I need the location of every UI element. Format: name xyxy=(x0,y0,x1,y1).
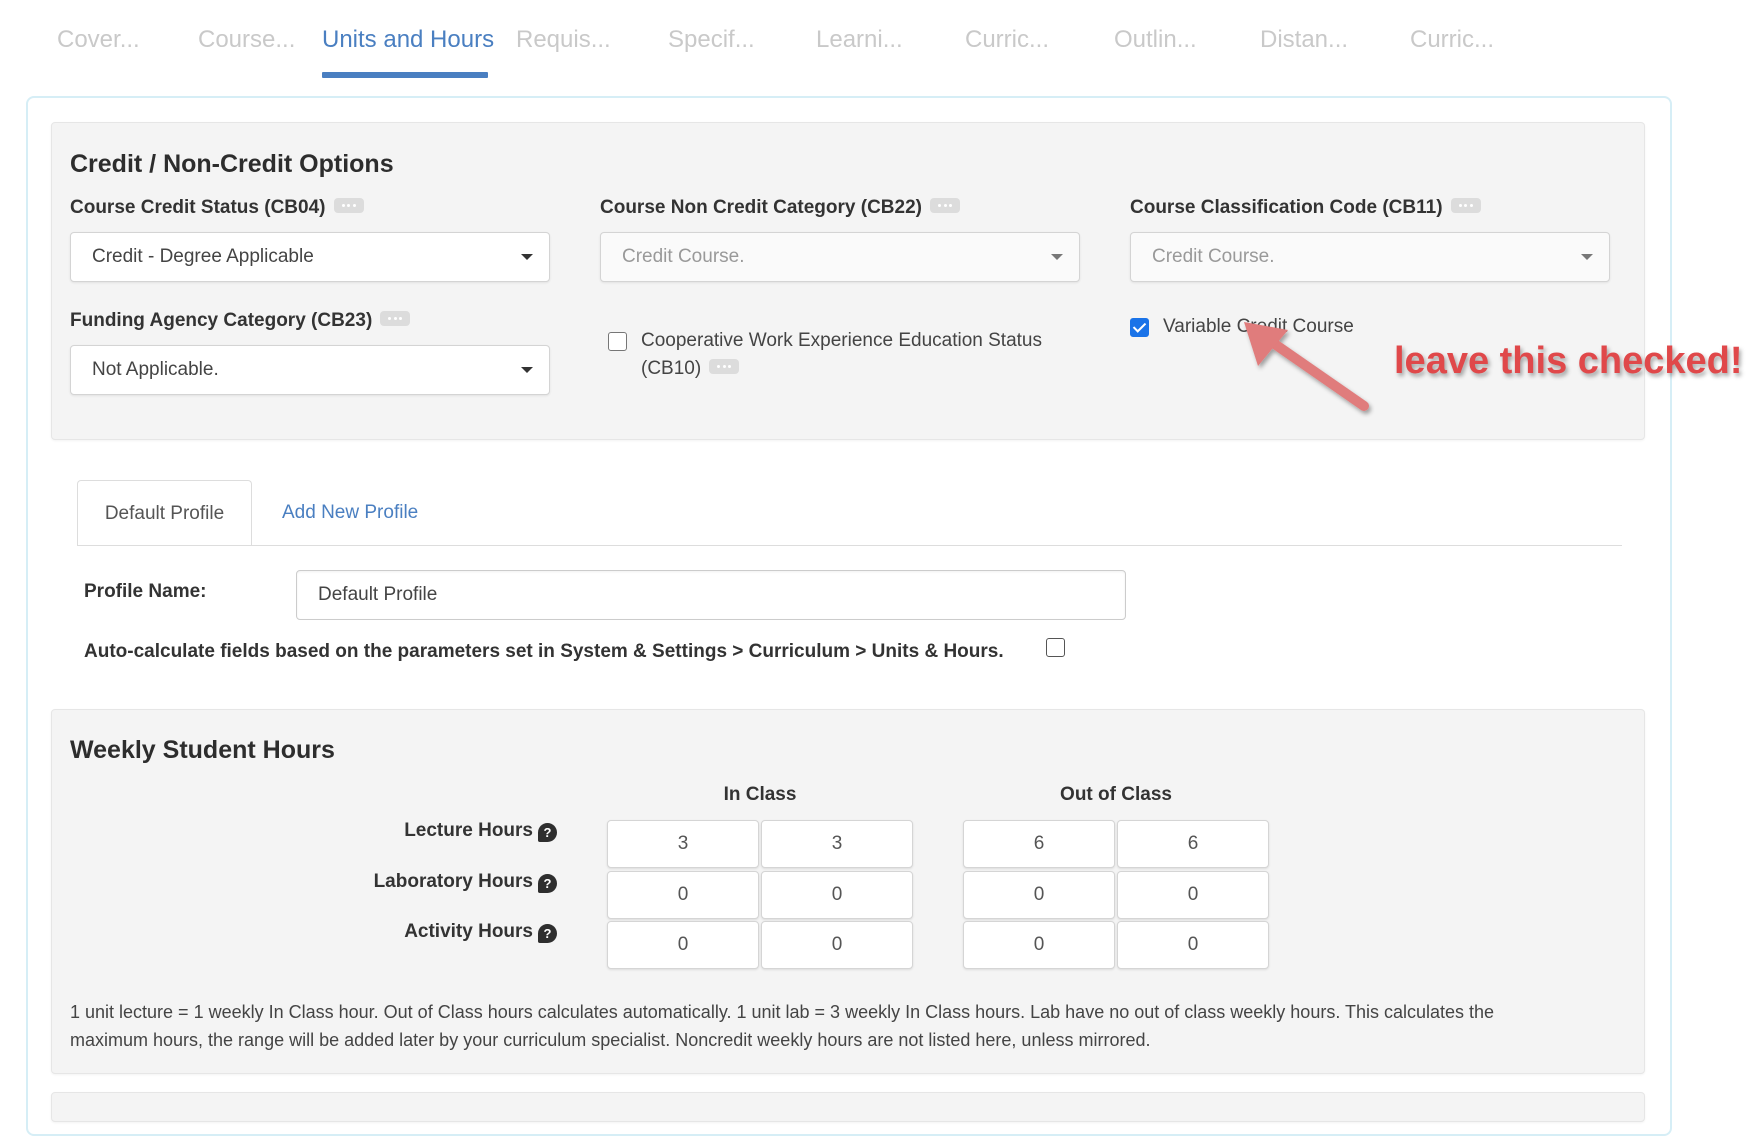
tab-curriculum-1[interactable]: Curric... xyxy=(965,26,1049,54)
coop-work-label-line1: Cooperative Work Experience Education St… xyxy=(641,330,1042,351)
credit-status-label: Course Credit Status (CB04) xyxy=(70,197,364,219)
non-credit-category-label: Course Non Credit Category (CB22) xyxy=(600,197,960,219)
profile-tab-default[interactable]: Default Profile xyxy=(77,480,252,546)
tab-course[interactable]: Course... xyxy=(198,26,295,54)
funding-agency-select[interactable]: Not Applicable. xyxy=(70,345,550,395)
weekly-hours-note: 1 unit lecture = 1 weekly In Class hour.… xyxy=(70,1002,1495,1050)
funding-agency-label: Funding Agency Category (CB23) xyxy=(70,310,411,332)
next-section xyxy=(51,1092,1645,1122)
add-new-profile-link[interactable]: Add New Profile xyxy=(282,480,418,546)
row-label-activity-text: Activity Hours xyxy=(404,921,533,942)
lecture-out-of-class-min[interactable]: 6 xyxy=(963,820,1115,868)
column-header-in-class: In Class xyxy=(723,784,797,805)
lab-out-of-class-min[interactable]: 0 xyxy=(963,871,1115,919)
profile-name-label: Profile Name: xyxy=(84,581,207,602)
classification-code-label: Course Classification Code (CB11) xyxy=(1130,197,1481,219)
row-label-laboratory-text: Laboratory Hours xyxy=(373,871,533,892)
section-tabs: Cover... Course... Units and Hours Requi… xyxy=(0,0,1752,82)
tab-cover[interactable]: Cover... xyxy=(57,26,140,54)
annotation-text: leave this checked! xyxy=(1394,340,1743,382)
auto-calc-label: Auto-calculate fields based on the param… xyxy=(84,641,1004,662)
lab-in-class-max[interactable]: 0 xyxy=(761,871,913,919)
lecture-in-class-min[interactable]: 3 xyxy=(607,820,759,868)
chevron-down-icon xyxy=(1051,254,1063,260)
classification-code-select[interactable]: Credit Course. xyxy=(1130,232,1610,282)
tab-outline[interactable]: Outlin... xyxy=(1114,26,1197,54)
non-credit-category-select[interactable]: Credit Course. xyxy=(600,232,1080,282)
auto-calc-checkbox[interactable] xyxy=(1046,638,1065,657)
row-label-lecture-text: Lecture Hours xyxy=(404,820,533,841)
lecture-out-of-class-max[interactable]: 6 xyxy=(1117,820,1269,868)
row-label-laboratory: Laboratory Hours? xyxy=(337,871,557,893)
tab-curriculum-2[interactable]: Curric... xyxy=(1410,26,1494,54)
tab-distance[interactable]: Distan... xyxy=(1260,26,1348,54)
credit-status-select[interactable]: Credit - Degree Applicable xyxy=(70,232,550,282)
help-icon[interactable]: ? xyxy=(538,823,557,842)
tab-learning[interactable]: Learni... xyxy=(816,26,903,54)
chevron-down-icon xyxy=(1581,254,1593,260)
profile-name-input[interactable]: Default Profile xyxy=(296,570,1126,620)
activity-in-class-max[interactable]: 0 xyxy=(761,921,913,969)
credit-status-value: Credit - Degree Applicable xyxy=(92,246,314,267)
tab-units-and-hours[interactable]: Units and Hours xyxy=(322,26,494,54)
coop-work-checkbox[interactable] xyxy=(608,332,627,351)
chevron-down-icon xyxy=(521,367,533,373)
ellipsis-icon[interactable] xyxy=(380,311,411,327)
section-title-credit: Credit / Non-Credit Options xyxy=(70,150,394,178)
lab-out-of-class-max[interactable]: 0 xyxy=(1117,871,1269,919)
classification-code-label-text: Course Classification Code (CB11) xyxy=(1130,197,1443,218)
ellipsis-icon[interactable] xyxy=(333,198,364,214)
variable-credit-checkbox[interactable] xyxy=(1130,318,1149,337)
activity-out-of-class-min[interactable]: 0 xyxy=(963,921,1115,969)
coop-work-label-line2: (CB10) xyxy=(641,358,702,379)
activity-out-of-class-max[interactable]: 0 xyxy=(1117,921,1269,969)
funding-agency-value: Not Applicable. xyxy=(92,359,219,380)
help-icon[interactable]: ? xyxy=(538,924,557,943)
non-credit-category-value: Credit Course. xyxy=(622,246,745,267)
ellipsis-icon[interactable] xyxy=(930,198,960,214)
row-label-lecture: Lecture Hours? xyxy=(337,820,557,842)
funding-agency-label-text: Funding Agency Category (CB23) xyxy=(70,310,373,331)
tab-requisites[interactable]: Requis... xyxy=(516,26,611,54)
annotation-arrow-icon xyxy=(1244,322,1369,411)
ellipsis-icon[interactable] xyxy=(1450,198,1481,214)
activity-in-class-min[interactable]: 0 xyxy=(607,921,759,969)
lab-in-class-min[interactable]: 0 xyxy=(607,871,759,919)
non-credit-category-label-text: Course Non Credit Category (CB22) xyxy=(600,197,922,218)
profile-tabs-divider xyxy=(77,545,1622,546)
classification-code-value: Credit Course. xyxy=(1152,246,1275,267)
credit-status-label-text: Course Credit Status (CB04) xyxy=(70,197,326,218)
coop-work-label: Cooperative Work Experience Education St… xyxy=(641,327,1042,383)
ellipsis-icon[interactable] xyxy=(709,359,740,375)
help-icon[interactable]: ? xyxy=(538,874,557,893)
row-label-activity: Activity Hours? xyxy=(337,921,557,943)
tab-specifications[interactable]: Specif... xyxy=(668,26,755,54)
section-title-weekly: Weekly Student Hours xyxy=(70,736,335,764)
chevron-down-icon xyxy=(521,254,533,260)
column-header-out-of-class: Out of Class xyxy=(1060,784,1172,805)
active-tab-indicator xyxy=(322,72,488,78)
lecture-in-class-max[interactable]: 3 xyxy=(761,820,913,868)
